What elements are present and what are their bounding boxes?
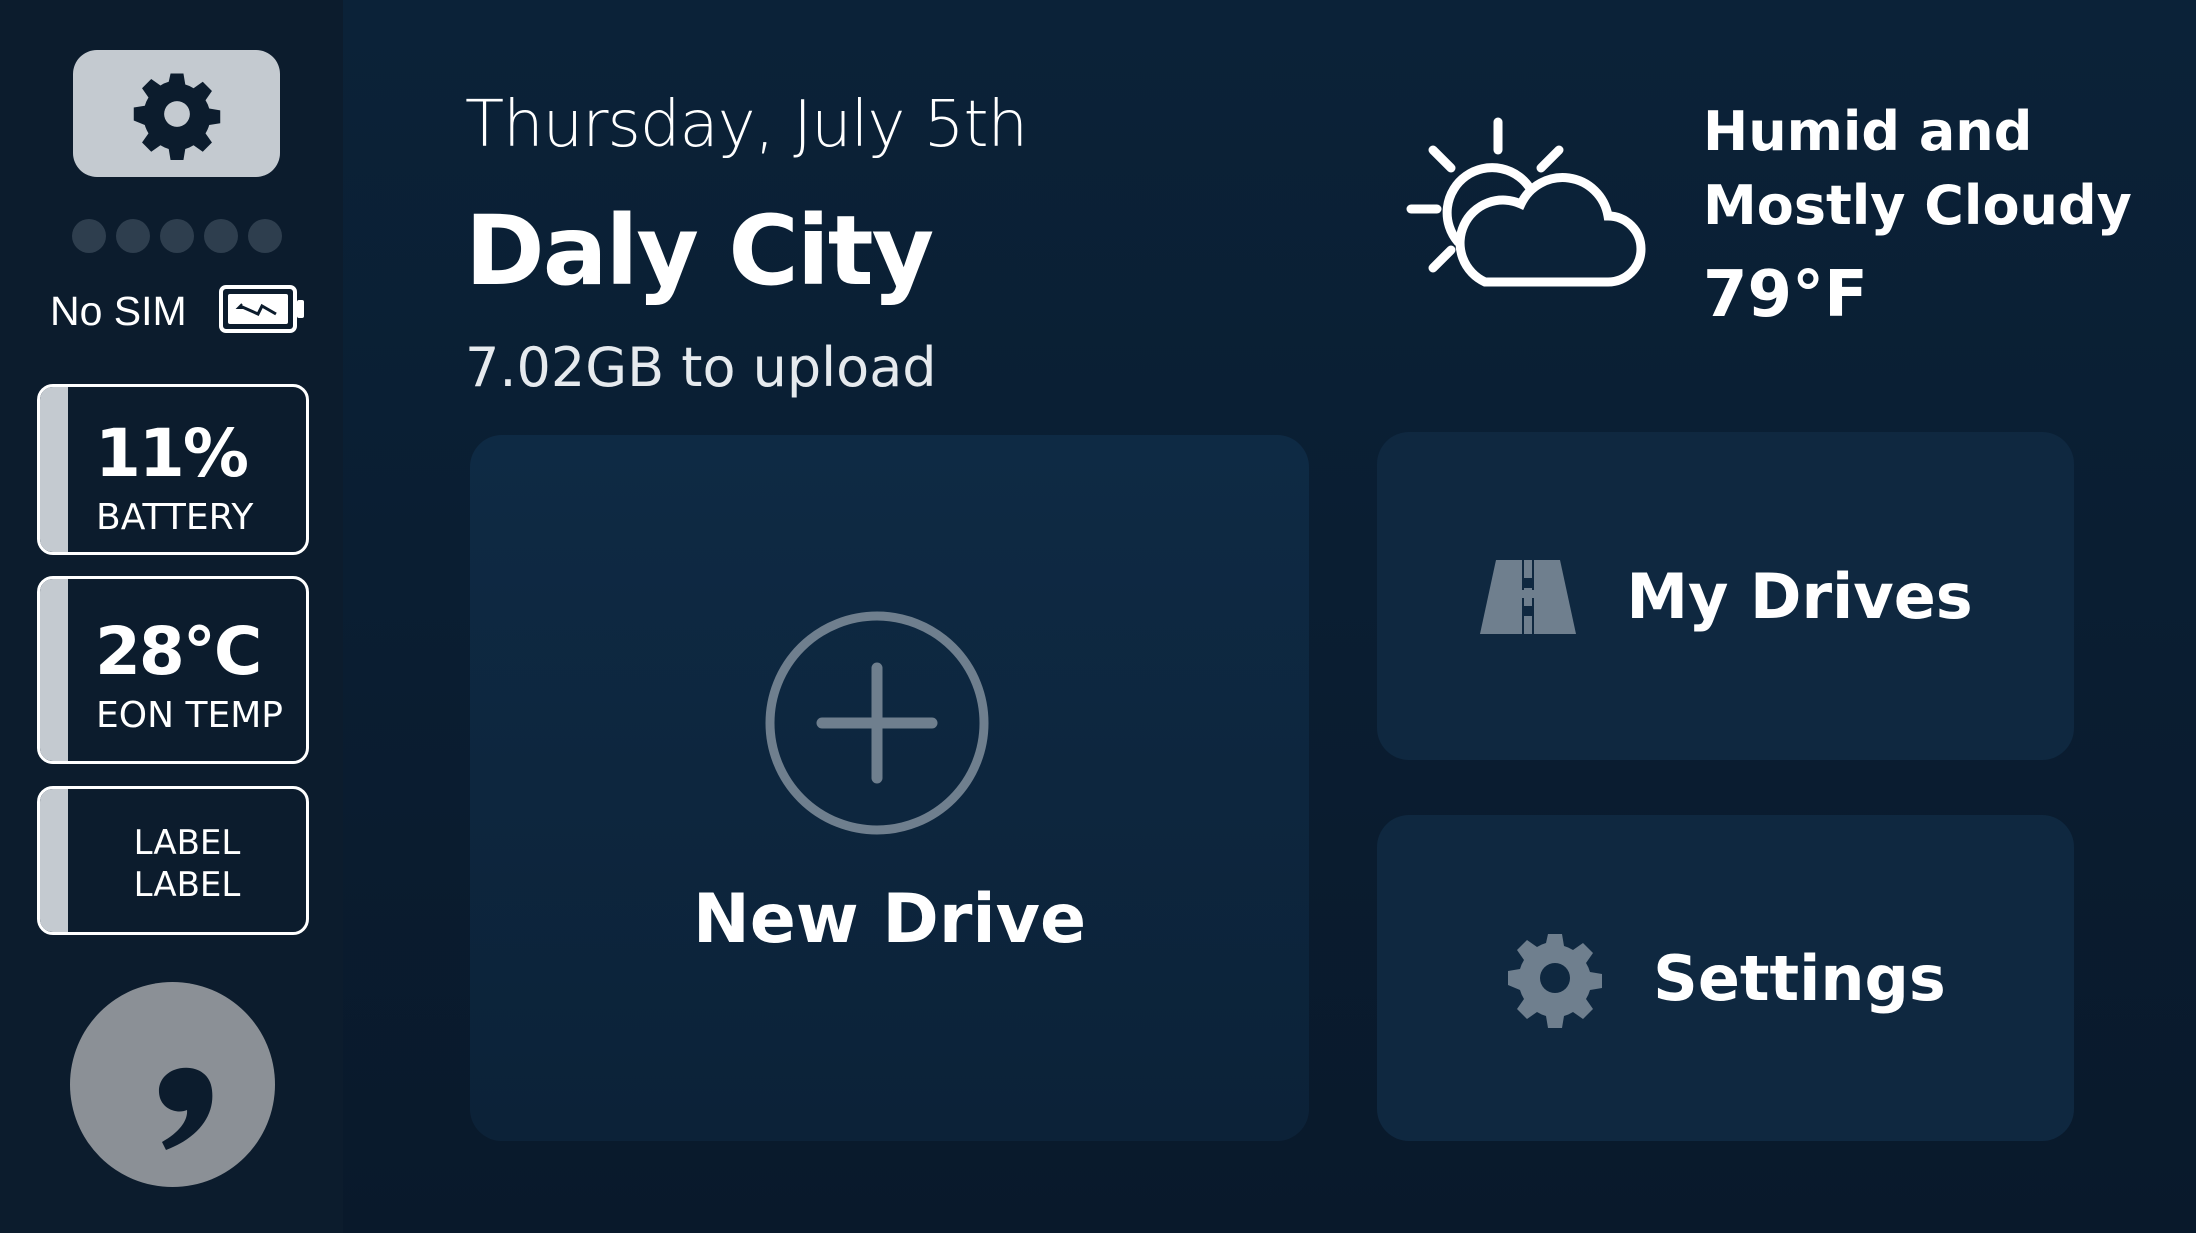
weather-condition: Humid and Mostly Cloudy	[1703, 95, 2132, 243]
temperature-metric: 28°C EON TEMP	[37, 576, 309, 764]
sidebar-settings-button[interactable]	[73, 50, 280, 177]
generic-metric: LABEL LABEL	[37, 786, 309, 935]
battery-value: 11%	[95, 415, 249, 492]
battery-charging-icon	[219, 285, 304, 333]
weather-condition-line1: Humid and	[1703, 100, 2033, 163]
battery-metric: 11% BATTERY	[37, 384, 309, 555]
temperature-label: EON TEMP	[96, 695, 283, 736]
metric-label-line1: LABEL	[133, 823, 241, 863]
gear-icon	[133, 73, 220, 160]
signal-dot	[116, 219, 150, 253]
new-drive-label: New Drive	[692, 880, 1087, 959]
my-drives-button[interactable]: My Drives	[1377, 432, 2074, 760]
weather-temperature: 79°F	[1703, 258, 1868, 332]
partly-cloudy-icon	[1406, 117, 1646, 287]
metric-label-line2: LABEL	[133, 865, 241, 905]
sidebar: No SIM 11% BATTERY 28°C EON TEMP LABEL L…	[0, 0, 343, 1233]
comma-logo-button[interactable]	[70, 982, 275, 1187]
comma-logo-icon	[158, 1067, 213, 1150]
upload-status: 7.02GB to upload	[465, 336, 937, 399]
gear-icon	[1508, 934, 1603, 1028]
main-panel: Thursday, July 5th Daly City 7.02GB to u…	[343, 0, 2196, 1233]
metric-status-bar	[40, 387, 68, 552]
road-icon	[1480, 560, 1577, 634]
signal-dot	[72, 219, 106, 253]
new-drive-button[interactable]: New Drive	[470, 435, 1309, 1141]
signal-dot	[160, 219, 194, 253]
plus-circle-icon	[765, 611, 989, 835]
signal-dot	[248, 219, 282, 253]
settings-button[interactable]: Settings	[1377, 815, 2074, 1141]
metric-status-bar	[40, 789, 68, 932]
temperature-value: 28°C	[95, 613, 262, 690]
my-drives-label: My Drives	[1626, 559, 1973, 633]
sim-status: No SIM	[50, 288, 187, 334]
signal-strength-indicator	[72, 219, 282, 253]
metric-status-bar	[40, 579, 68, 761]
weather-condition-line2: Mostly Cloudy	[1703, 174, 2132, 237]
current-date: Thursday, July 5th	[465, 88, 1028, 162]
signal-dot	[204, 219, 238, 253]
battery-label: BATTERY	[96, 497, 254, 538]
settings-label: Settings	[1653, 941, 1946, 1015]
home-screen: No SIM 11% BATTERY 28°C EON TEMP LABEL L…	[0, 0, 2196, 1233]
current-city: Daly City	[465, 195, 934, 307]
